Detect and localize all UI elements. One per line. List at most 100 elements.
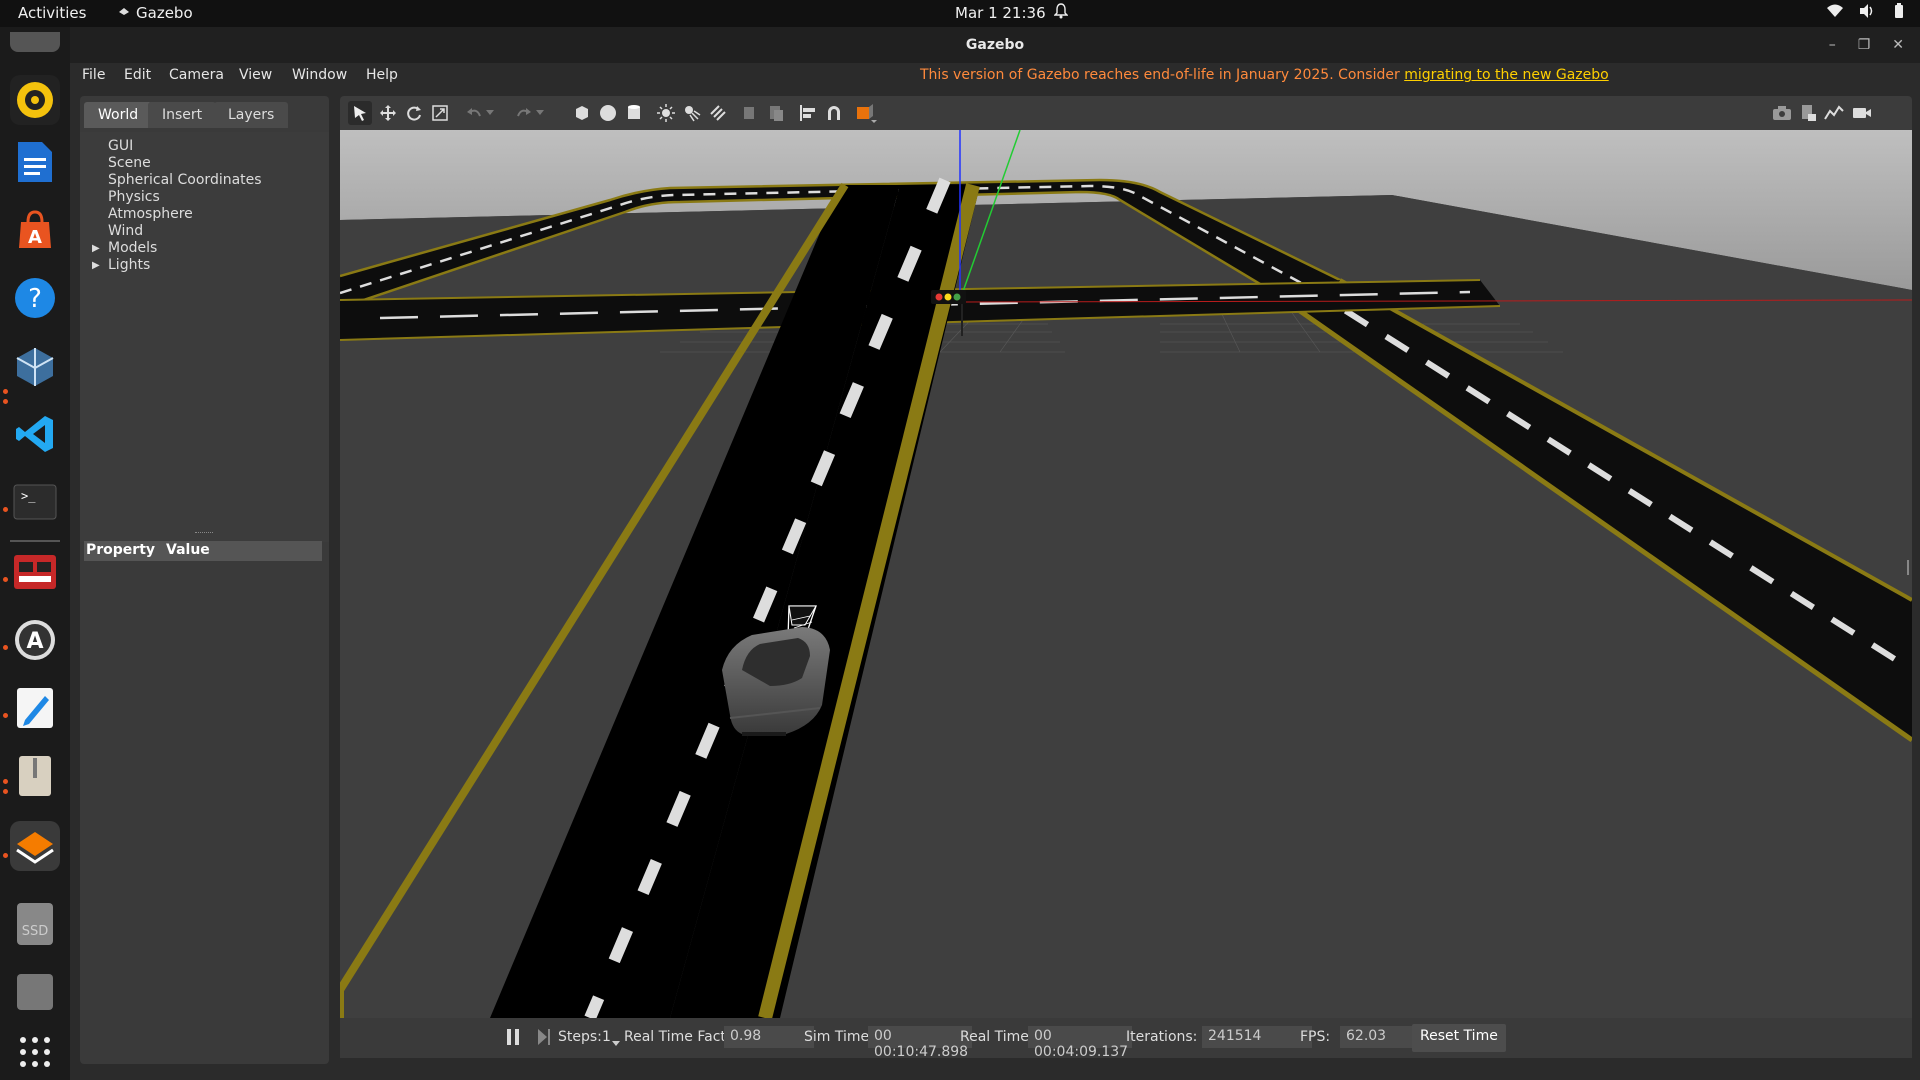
value-column-header: Value	[166, 542, 210, 558]
maximize-icon[interactable]: ❐	[1858, 27, 1871, 63]
undo-icon[interactable]	[462, 101, 486, 125]
splitter-handle[interactable]	[195, 532, 213, 535]
app-center-icon[interactable]: A	[10, 205, 60, 255]
migration-link[interactable]: migrating to the new Gazebo	[1404, 67, 1609, 83]
virtualbox-icon[interactable]	[10, 341, 60, 391]
dock-separator	[10, 540, 60, 542]
menu-camera[interactable]: Camera	[169, 67, 224, 83]
cylinder-shape-icon[interactable]	[622, 101, 646, 125]
steps-chevron-down-icon[interactable]	[612, 1035, 620, 1051]
redo-icon[interactable]	[512, 101, 536, 125]
software-updater-icon[interactable]: A	[10, 615, 60, 665]
steps-label: Steps:	[558, 1029, 602, 1045]
close-icon[interactable]: ✕	[1892, 27, 1904, 63]
align-icon[interactable]	[796, 101, 820, 125]
sphere-shape-icon[interactable]	[596, 101, 620, 125]
steps-spinbox[interactable]: 1	[602, 1029, 611, 1045]
scale-mode-icon[interactable]	[428, 101, 452, 125]
simulation-status-bar: Steps: 1 Real Time Factor: 0.98 Sim Time…	[340, 1018, 1912, 1060]
system-tray[interactable]	[1826, 3, 1906, 19]
iterations-value: 241514	[1202, 1026, 1312, 1048]
running-indicator	[3, 713, 8, 718]
directional-light-icon[interactable]	[706, 101, 730, 125]
translate-mode-icon[interactable]	[376, 101, 400, 125]
world-tree: GUI Scene Spherical Coordinates Physics …	[80, 132, 329, 542]
scene-viewport[interactable]	[340, 130, 1912, 1018]
view-angle-icon[interactable]	[854, 101, 878, 125]
terminal-icon[interactable]: >_	[10, 477, 60, 527]
tab-insert[interactable]: Insert	[148, 102, 217, 128]
snap-magnet-icon[interactable]	[822, 101, 846, 125]
ssd-drive-icon[interactable]	[10, 967, 60, 1017]
running-indicator	[3, 577, 8, 582]
real-time-label: Real Time:	[960, 1029, 1034, 1045]
red-app-icon[interactable]	[10, 547, 60, 597]
writer-icon[interactable]	[10, 137, 60, 187]
rhythmbox-icon[interactable]	[10, 75, 60, 125]
iterations-label: Iterations:	[1126, 1029, 1198, 1045]
screenshot-camera-icon[interactable]	[1770, 101, 1794, 125]
pause-button[interactable]	[505, 1028, 521, 1050]
tree-item-gui[interactable]: GUI	[108, 138, 133, 154]
undo-history-chevron-down-icon[interactable]	[484, 101, 496, 125]
real-time-value: 00 00:04:09.137	[1028, 1026, 1132, 1060]
menu-edit[interactable]: Edit	[124, 67, 151, 83]
ssd-drive-icon[interactable]: SSD	[10, 899, 60, 949]
gazebo-icon	[119, 8, 129, 15]
tree-item-lights[interactable]: Lights	[108, 257, 150, 273]
eol-notice-text: This version of Gazebo reaches end-of-li…	[920, 67, 1405, 83]
tree-item-physics[interactable]: Physics	[108, 189, 160, 205]
point-light-icon[interactable]	[654, 101, 678, 125]
reset-time-button[interactable]: Reset Time	[1412, 1024, 1506, 1052]
notification-bell-icon[interactable]	[1053, 3, 1069, 23]
redo-history-chevron-down-icon[interactable]	[534, 101, 546, 125]
gazebo-icon[interactable]	[10, 821, 60, 871]
sim-time-label: Sim Time:	[804, 1029, 874, 1045]
log-data-icon[interactable]	[1796, 101, 1820, 125]
menu-window[interactable]: Window	[292, 67, 347, 83]
vscode-icon[interactable]	[10, 409, 60, 459]
minimize-icon[interactable]: –	[1829, 27, 1836, 63]
system-top-bar: Activities Gazebo Mar 1 21:36	[0, 0, 1920, 27]
plot-icon[interactable]	[1822, 101, 1846, 125]
tree-item-wind[interactable]: Wind	[108, 223, 143, 239]
scene-toolbar	[340, 96, 1912, 130]
paste-icon[interactable]	[764, 101, 788, 125]
title-bar[interactable]: Gazebo – ❐ ✕	[70, 27, 1920, 63]
property-table-header: Property Value	[84, 541, 322, 561]
select-mode-icon[interactable]	[348, 101, 372, 125]
clock[interactable]: Mar 1 21:36	[955, 4, 1046, 22]
tree-item-models[interactable]: Models	[108, 240, 157, 256]
activities-button[interactable]: Activities	[18, 4, 86, 22]
video-record-icon[interactable]	[1850, 101, 1874, 125]
spot-light-icon[interactable]	[680, 101, 704, 125]
app-grid-icon[interactable]	[10, 1027, 60, 1077]
running-indicator	[3, 853, 8, 858]
copy-icon[interactable]	[738, 101, 762, 125]
tree-item-atmosphere[interactable]: Atmosphere	[108, 206, 193, 222]
menu-help[interactable]: Help	[366, 67, 398, 83]
menu-file[interactable]: File	[82, 67, 105, 83]
step-forward-icon[interactable]	[536, 1028, 552, 1050]
text-editor-icon[interactable]	[10, 683, 60, 733]
svg-text:>_: >_	[21, 489, 36, 503]
tab-layers[interactable]: Layers	[214, 102, 289, 128]
app-menu[interactable]: Gazebo	[118, 4, 193, 22]
running-indicator	[3, 645, 8, 650]
files-icon[interactable]	[10, 32, 60, 52]
dock: A ? >_ A SSD	[0, 27, 70, 1080]
running-indicator	[3, 779, 8, 784]
expand-models-icon[interactable]: ▶	[92, 243, 100, 254]
rotate-mode-icon[interactable]	[402, 101, 426, 125]
tree-item-scene[interactable]: Scene	[108, 155, 151, 171]
menu-bar: File Edit Camera View Window Help This v…	[70, 63, 1920, 89]
tab-world[interactable]: World	[84, 102, 153, 128]
tree-item-spherical-coordinates[interactable]: Spherical Coordinates	[108, 172, 262, 188]
wifi-icon	[1827, 4, 1843, 17]
expand-lights-icon[interactable]: ▶	[92, 260, 100, 271]
svg-text:A: A	[28, 227, 42, 248]
menu-view[interactable]: View	[239, 67, 272, 83]
archive-icon[interactable]	[10, 751, 60, 801]
help-icon[interactable]: ?	[10, 273, 60, 323]
box-shape-icon[interactable]	[570, 101, 594, 125]
